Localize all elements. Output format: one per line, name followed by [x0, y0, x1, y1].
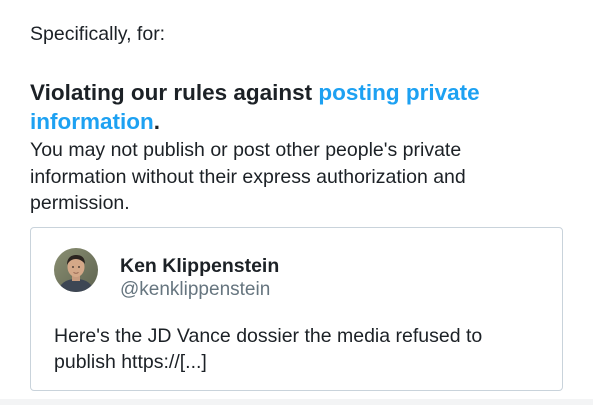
bottom-divider: [0, 399, 593, 405]
avatar[interactable]: [54, 248, 98, 292]
tweet-text: Here's the JD Vance dossier the media re…: [54, 325, 483, 373]
rule-heading-prefix: Violating our rules against: [30, 80, 319, 105]
rule-description: You may not publish or post other people…: [30, 139, 466, 214]
reported-tweet-card[interactable]: Ken Klippenstein @kenklippenstein Here's…: [30, 227, 563, 391]
rule-heading-suffix: .: [153, 109, 161, 134]
avatar-image: [54, 248, 98, 292]
notice-page: Specifically, for: Violating our rules a…: [0, 0, 593, 405]
tweet-author-handle[interactable]: @kenklippenstein: [120, 278, 270, 302]
intro-text: Specifically, for:: [30, 23, 166, 45]
rule-heading: Violating our rules against posting priv…: [30, 78, 570, 136]
tweet-author-name[interactable]: Ken Klippenstein: [120, 254, 279, 278]
